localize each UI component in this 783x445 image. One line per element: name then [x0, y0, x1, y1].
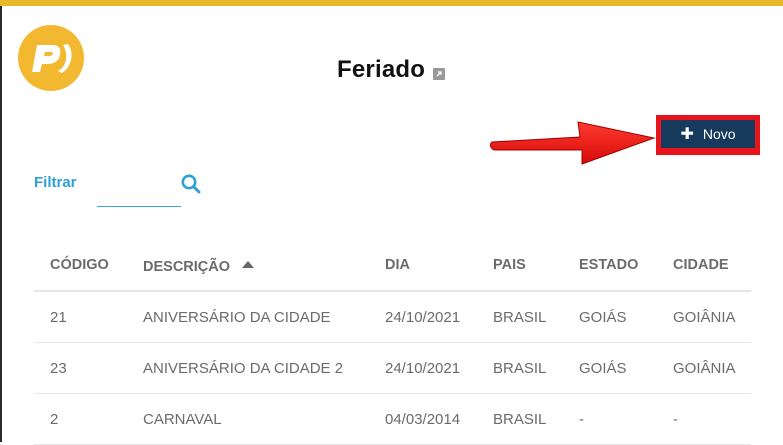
plus-icon: ✚	[680, 126, 694, 143]
cell-codigo: 21	[50, 308, 67, 326]
annotation-arrow-icon	[489, 121, 656, 165]
cell-codigo: 23	[50, 359, 67, 377]
cell-estado: GOIÁS	[579, 359, 627, 377]
table-row[interactable]: 23 ANIVERSÁRIO DA CIDADE 2 24/10/2021 BR…	[34, 343, 751, 394]
cell-estado: -	[579, 410, 584, 428]
filter-input[interactable]	[97, 176, 181, 207]
cell-pais: BRASIL	[493, 308, 547, 326]
cell-codigo: 2	[50, 410, 59, 428]
window-edge	[0, 6, 2, 442]
cell-dia: 24/10/2021	[385, 308, 461, 326]
table-row[interactable]: 21 ANIVERSÁRIO DA CIDADE 24/10/2021 BRAS…	[34, 292, 751, 343]
cell-descricao: ANIVERSÁRIO DA CIDADE 2	[143, 359, 344, 377]
new-button-label: Novo	[702, 126, 736, 142]
filter-label: Filtrar	[34, 174, 77, 191]
external-link-icon[interactable]	[433, 68, 446, 80]
cell-cidade: GOIÂNIA	[673, 359, 736, 377]
column-header-estado[interactable]: ESTADO	[563, 257, 657, 273]
column-header-pais[interactable]: PAIS	[477, 257, 563, 273]
sort-ascending-icon	[242, 256, 255, 272]
column-header-codigo[interactable]: CÓDIGO	[34, 257, 127, 273]
app-logo	[18, 25, 84, 91]
search-icon[interactable]	[180, 173, 202, 195]
column-header-cidade[interactable]: CIDADE	[657, 257, 751, 273]
cell-pais: BRASIL	[493, 410, 547, 428]
page-header: Feriado	[337, 56, 446, 84]
table-row[interactable]: 2 CARNAVAL 04/03/2014 BRASIL - -	[34, 394, 751, 445]
cell-descricao: CARNAVAL	[143, 410, 222, 428]
cell-descricao: ANIVERSÁRIO DA CIDADE	[143, 308, 331, 326]
table-header: CÓDIGO DESCRIÇÃO DIA PAIS ESTADO CIDADE	[34, 240, 751, 292]
cell-estado: GOIÁS	[579, 308, 627, 326]
top-accent-bar	[0, 0, 783, 6]
column-header-descricao[interactable]: DESCRIÇÃO	[127, 256, 369, 275]
column-header-dia[interactable]: DIA	[369, 257, 477, 273]
holidays-table: CÓDIGO DESCRIÇÃO DIA PAIS ESTADO CIDADE …	[34, 240, 751, 445]
cell-pais: BRASIL	[493, 359, 547, 377]
cell-dia: 04/03/2014	[385, 410, 461, 428]
page-title: Feriado	[337, 56, 426, 83]
cell-cidade: -	[673, 410, 678, 428]
cell-cidade: GOIÂNIA	[673, 308, 736, 326]
new-button[interactable]: ✚ Novo	[661, 120, 755, 148]
cell-dia: 24/10/2021	[385, 359, 461, 377]
column-header-descricao-label: DESCRIÇÃO	[143, 258, 231, 275]
